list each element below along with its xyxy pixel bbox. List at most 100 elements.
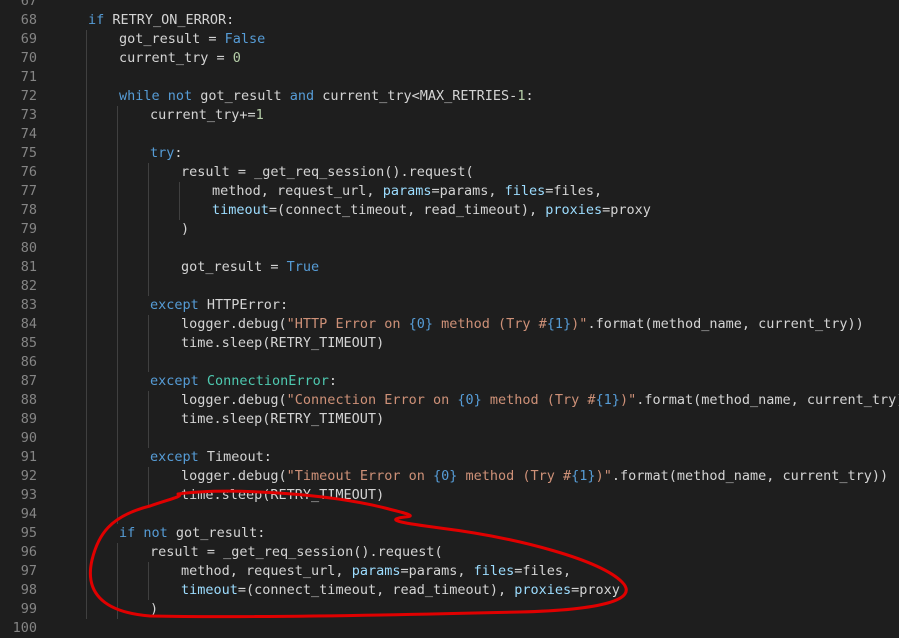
code-line: 76 result = _get_req_session().request( [0, 163, 899, 182]
code-line: 69 got_result = False [0, 30, 899, 49]
code-token: Timeout: [198, 449, 272, 465]
code-line: 82 [0, 277, 899, 296]
code-token: logger.debug( [181, 468, 287, 484]
code-token: method, request_url, [212, 183, 383, 199]
indent-guide [179, 182, 180, 201]
indent-guide [117, 201, 118, 220]
indent-guide [86, 429, 87, 448]
code-token: =params, [431, 183, 505, 199]
line-number: 69 [20, 31, 37, 47]
code-token: "HTTP Error on [286, 316, 409, 332]
code-token: current_try+= [150, 107, 256, 123]
code-token: time.sleep(RETRY_TIMEOUT) [181, 411, 385, 427]
code-line: 90 [0, 429, 899, 448]
indent-guide [117, 220, 118, 239]
indent-guide [148, 277, 149, 296]
code-token: "Timeout Error on [286, 468, 433, 484]
indent-guide [148, 315, 149, 334]
line-number: 67 [20, 0, 37, 9]
line-number: 77 [20, 183, 37, 199]
indent-guide [148, 429, 149, 448]
code-token: except [150, 449, 199, 465]
code-token: {1} [595, 392, 620, 408]
indent-guide [86, 353, 87, 372]
code-token: ConnectionError [206, 373, 329, 389]
code-text: time.sleep(RETRY_TIMEOUT) [181, 486, 384, 505]
indent-guide [117, 239, 118, 258]
line-number: 88 [20, 392, 37, 408]
indent-guide [148, 258, 149, 277]
code-token: )" [619, 392, 637, 408]
line-number: 81 [20, 259, 37, 275]
code-token: if [88, 12, 105, 28]
indent-guide [86, 410, 87, 429]
code-token: proxies [514, 582, 572, 598]
code-token: timeout [212, 202, 269, 218]
code-text: except HTTPError: [150, 296, 288, 315]
code-text: method, request_url, params=params, file… [181, 562, 571, 581]
code-token: {0} [457, 392, 482, 408]
code-line: 74 [0, 125, 899, 144]
indent-guide [117, 315, 118, 334]
code-line: 71 [0, 68, 899, 87]
indent-guide [86, 524, 87, 543]
code-token: : [174, 145, 183, 161]
code-text: try: [150, 144, 183, 163]
code-line: 93 time.sleep(RETRY_TIMEOUT) [0, 486, 899, 505]
line-number: 72 [20, 88, 37, 104]
indent-guide [148, 163, 149, 182]
code-text: except ConnectionError: [150, 372, 337, 391]
indent-guide [86, 144, 87, 163]
line-number: 70 [20, 50, 37, 66]
indent-guide [117, 372, 118, 391]
indent-guide [86, 87, 87, 106]
code-line: 96 result = _get_req_session().request( [0, 543, 899, 562]
code-editor[interactable]: 67 68 if RETRY_ON_ERROR: 69 got_result = Fal… [0, 0, 899, 636]
indent-guide [86, 543, 87, 562]
line-number: 76 [20, 164, 37, 180]
indent-guide [86, 201, 87, 220]
code-token: except [150, 297, 199, 313]
indent-guide [86, 125, 87, 144]
code-line: 70 current_try = 0 [0, 49, 899, 68]
indent-guide [86, 68, 87, 87]
code-line: 68 if RETRY_ON_ERROR: [0, 11, 899, 30]
code-token: logger.debug( [181, 316, 287, 332]
code-token: RETRY_ON_ERROR: [104, 12, 235, 28]
code-line: 78 timeout=(connect_timeout, read_timeout… [0, 201, 899, 220]
code-text: while not got_result and current_try<MAX… [119, 87, 534, 106]
code-token: params [351, 563, 401, 579]
indent-guide [86, 581, 87, 600]
code-token: =files, [545, 183, 603, 199]
code-token: : [525, 88, 534, 104]
line-number: 80 [20, 240, 37, 256]
indent-guide [117, 486, 118, 505]
code-line: 85 time.sleep(RETRY_TIMEOUT) [0, 334, 899, 353]
code-token: got_result: [167, 525, 266, 541]
indent-guide [117, 163, 118, 182]
line-number: 90 [20, 430, 37, 446]
indent-guide [148, 220, 149, 239]
code-line: 87 except ConnectionError: [0, 372, 899, 391]
line-number: 83 [20, 297, 37, 313]
code-line: 95 if not got_result: [0, 524, 899, 543]
line-number: 99 [20, 601, 37, 617]
line-number: 86 [20, 354, 37, 370]
code-token: =params, [400, 563, 474, 579]
code-line: 80 [0, 239, 899, 258]
code-token: result = _get_req_session().request( [181, 164, 474, 180]
code-line: 84 logger.debug("HTTP Error on {0} method… [0, 315, 899, 334]
code-token: proxies [545, 202, 603, 218]
line-number: 93 [20, 487, 37, 503]
code-text: except Timeout: [150, 448, 272, 467]
indent-guide [86, 239, 87, 258]
code-line: 98 timeout=(connect_timeout, read_timeout… [0, 581, 899, 600]
indent-guide [86, 220, 87, 239]
indent-guide [86, 600, 87, 619]
code-line: 73 current_try+=1 [0, 106, 899, 125]
indent-guide [148, 410, 149, 429]
code-text: got_result = False [119, 30, 265, 49]
code-token: )" [571, 316, 588, 332]
line-number: 79 [20, 221, 37, 237]
